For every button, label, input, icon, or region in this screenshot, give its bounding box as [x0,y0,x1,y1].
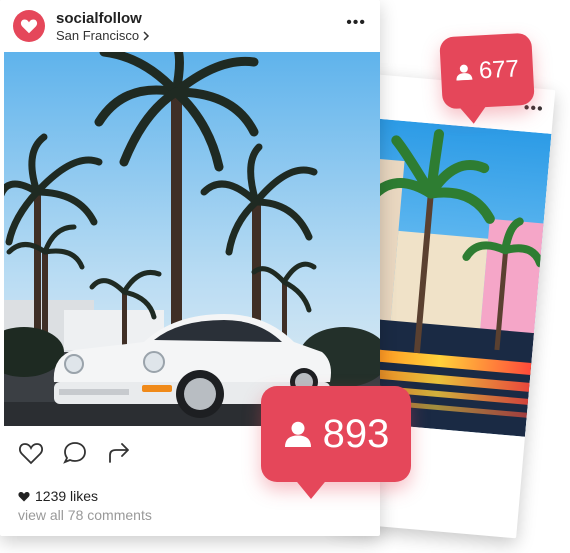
user-icon [456,64,473,81]
likes-count[interactable]: 1239 likes [18,488,98,504]
heart-filled-icon [18,491,30,501]
follower-count-small: 677 [478,55,520,85]
bubble-tail [458,105,488,125]
avatar[interactable] [13,10,45,42]
location-label: San Francisco [56,28,140,43]
chevron-right-icon [143,30,150,41]
user-icon [284,421,311,447]
bubble-tail [293,477,329,499]
location-link[interactable]: San Francisco [56,28,150,43]
heart-icon [20,19,38,34]
like-icon[interactable] [18,440,44,466]
username[interactable]: socialfollow [56,10,142,27]
post-header: socialfollow San Francisco ••• [0,0,380,52]
follower-count-large: 893 [322,411,390,456]
share-icon[interactable] [106,440,132,466]
likes-label: 1239 likes [35,488,99,504]
post-actions [18,440,132,466]
comment-icon[interactable] [62,440,88,466]
post-photo [4,52,380,426]
follower-bubble-large: 893 [261,386,411,499]
follower-bubble-small: 677 [439,32,535,125]
more-icon[interactable]: ••• [346,14,366,32]
view-comments-link[interactable]: view all 78 comments [18,507,152,523]
